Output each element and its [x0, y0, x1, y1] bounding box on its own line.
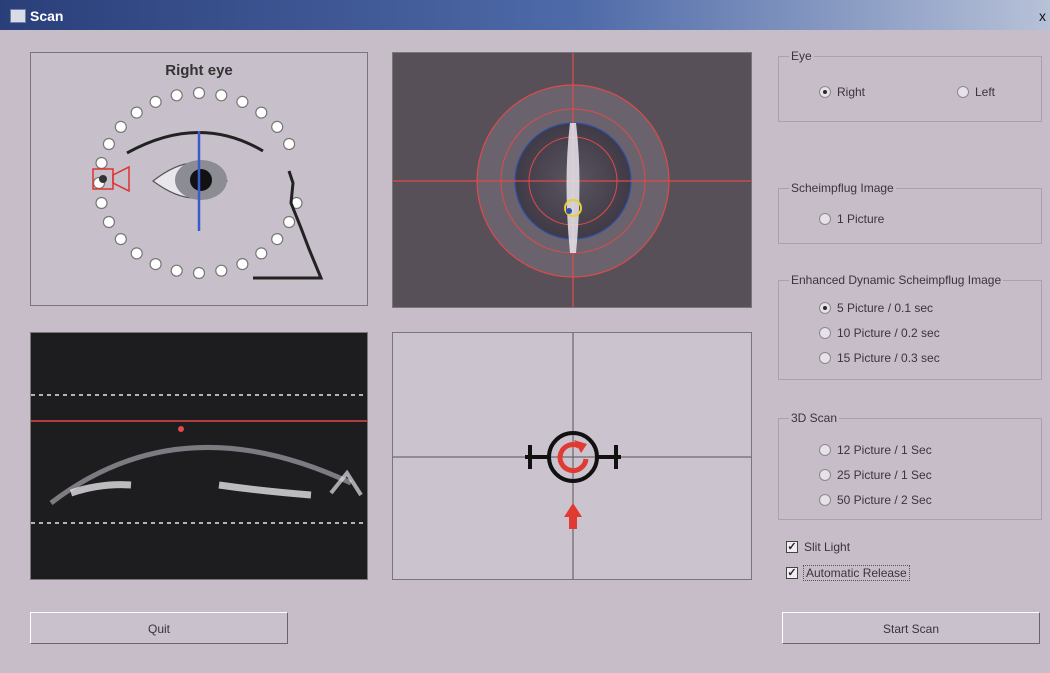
led-dot — [170, 89, 183, 102]
title-bar: Scan x — [0, 0, 1050, 30]
radio-10-picture[interactable]: 10 Picture / 0.2 sec — [819, 326, 940, 340]
led-dot — [283, 137, 296, 151]
alignment-panel — [392, 332, 752, 580]
eye-diagram-panel: Right eye — [30, 52, 368, 306]
scan3d-legend: 3D Scan — [789, 411, 840, 425]
radio-left-label: Left — [975, 85, 996, 99]
radio-12-picture-label: 12 Picture / 1 Sec — [837, 443, 932, 457]
radio-left-eye[interactable]: Left — [957, 85, 995, 99]
radio-15-picture-indicator[interactable] — [819, 352, 831, 364]
camera-view — [393, 53, 751, 307]
led-dot — [255, 106, 268, 119]
scheimpflug-image — [31, 333, 367, 579]
start-scan-button[interactable]: Start Scan — [782, 612, 1040, 644]
led-dot — [271, 233, 284, 246]
radio-15-picture-label: 15 Picture / 0.3 sec — [837, 351, 940, 365]
led-dot — [215, 264, 228, 277]
eye-group: Eye Right Left — [778, 49, 1042, 122]
reflex-dot — [566, 208, 572, 214]
led-dot — [215, 89, 228, 102]
radio-1-picture[interactable]: 1 Picture — [819, 212, 884, 226]
radio-5-picture-indicator[interactable] — [819, 302, 831, 314]
radio-50-picture-label: 50 Picture / 2 Sec — [837, 493, 932, 507]
led-dot — [192, 86, 206, 100]
radio-right-eye[interactable]: Right — [819, 85, 865, 99]
camera-view-panel — [392, 52, 752, 308]
eye-diagram: Right eye — [92, 62, 324, 280]
eyebrow-arc — [126, 131, 264, 155]
led-dot — [114, 120, 127, 134]
eye-legend: Eye — [789, 49, 814, 63]
enhanced-legend: Enhanced Dynamic Scheimpflug Image — [789, 273, 1004, 287]
radio-1-picture-label: 1 Picture — [837, 212, 885, 226]
radio-left-indicator[interactable] — [957, 86, 969, 98]
scan3d-group: 3D Scan 12 Picture / 1 Sec 25 Picture / … — [778, 411, 1042, 520]
radio-12-picture-indicator[interactable] — [819, 444, 831, 456]
led-dot — [170, 264, 183, 277]
led-dot — [130, 106, 143, 119]
automatic-release-checkbox[interactable]: ✓ — [786, 567, 798, 579]
apex-marker — [178, 426, 184, 432]
radio-1-picture-indicator[interactable] — [819, 213, 831, 225]
close-icon[interactable]: x — [1039, 8, 1046, 24]
eye-diagram-title: Right eye — [165, 62, 233, 79]
led-dot — [114, 233, 127, 246]
radio-25-picture-label: 25 Picture / 1 Sec — [837, 468, 932, 482]
led-dot — [130, 247, 143, 260]
window-title: Scan — [30, 8, 64, 24]
led-dot — [95, 156, 108, 170]
radio-5-picture-label: 5 Picture / 0.1 sec — [837, 301, 934, 315]
scheimpflug-legend: Scheimpflug Image — [789, 181, 896, 195]
radio-10-picture-label: 10 Picture / 0.2 sec — [837, 326, 940, 340]
radio-right-indicator[interactable] — [819, 86, 831, 98]
slit-reflection — [566, 123, 580, 253]
scheimpflug-group: Scheimpflug Image 1 Picture — [778, 181, 1042, 244]
led-dot — [102, 137, 116, 151]
radio-50-picture[interactable]: 50 Picture / 2 Sec — [819, 493, 932, 507]
automatic-release-label: Automatic Release — [803, 565, 910, 581]
led-dot — [283, 215, 296, 229]
quit-button[interactable]: Quit — [30, 612, 288, 644]
led-dot — [192, 266, 206, 280]
slit-light-label: Slit Light — [804, 540, 851, 554]
led-dot — [149, 95, 162, 109]
led-dot — [95, 196, 108, 210]
radio-25-picture-indicator[interactable] — [819, 469, 831, 481]
radio-10-picture-indicator[interactable] — [819, 327, 831, 339]
led-dot — [255, 247, 268, 260]
slit-light-checkbox[interactable]: ✓ — [786, 541, 798, 553]
radio-right-label: Right — [837, 85, 866, 99]
led-dot — [271, 120, 284, 134]
radio-25-picture[interactable]: 25 Picture / 1 Sec — [819, 468, 932, 482]
led-dot — [236, 258, 249, 271]
led-dot — [236, 95, 249, 109]
radio-5-picture[interactable]: 5 Picture / 0.1 sec — [819, 301, 933, 315]
led-dot — [149, 258, 162, 271]
move-up-arrow-icon — [564, 503, 582, 529]
alignment-view — [393, 333, 751, 579]
checkbox-slit-light[interactable]: ✓ Slit Light — [786, 540, 850, 554]
radio-15-picture[interactable]: 15 Picture / 0.3 sec — [819, 351, 940, 365]
radio-50-picture-indicator[interactable] — [819, 494, 831, 506]
enhanced-group: Enhanced Dynamic Scheimpflug Image 5 Pic… — [778, 273, 1042, 380]
pupil — [190, 169, 212, 191]
scheimpflug-image-panel — [30, 332, 368, 580]
app-icon — [10, 9, 26, 23]
checkbox-automatic-release[interactable]: ✓ Automatic Release — [786, 565, 910, 581]
radio-12-picture[interactable]: 12 Picture / 1 Sec — [819, 443, 932, 457]
led-dot — [102, 215, 116, 229]
